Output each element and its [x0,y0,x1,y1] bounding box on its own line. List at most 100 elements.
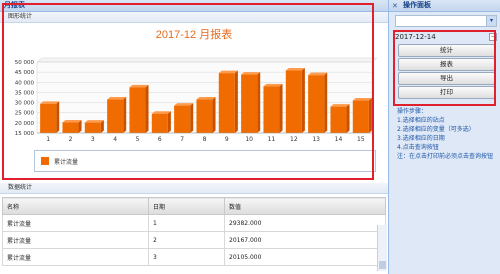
bar [330,106,347,133]
cell-date: 1 [148,214,225,232]
bar [40,103,57,133]
cell-value: 20105.000 [224,248,386,266]
bar-side [212,97,216,133]
bar-top [218,70,238,74]
operation-panel-header: ✕ 操作面板 [389,0,500,12]
collapse-icon[interactable]: − [489,33,497,41]
print-button[interactable]: 打印 [398,86,495,99]
report-button[interactable]: 报表 [398,58,495,71]
column-header-name[interactable]: 名称 [2,197,149,215]
instructions: 操作步骤： 1.选择相应的站点 2.选择相应的变量（可多选） 3.选择相应的日期… [397,107,497,161]
instruction-line: 注：在点击打印前必须点击查询按钮 [397,153,494,160]
column-header-date[interactable]: 日期 [148,197,225,215]
instruction-line: 4.点击查询按钮 [397,144,439,151]
bar [285,70,302,133]
chart-legend: 累计流量 [34,150,376,172]
table-row[interactable]: 累计流量 1 29382.000 [2,214,386,232]
data-panel-label: 数据统计 [0,183,388,194]
operation-panel-title: 操作面板 [403,1,431,9]
x-tick-label: 15 [357,136,365,143]
cell-date: 2 [148,231,225,249]
instruction-line: 3.选择相应的日期 [397,135,445,142]
panel-icon: ✕ [392,2,398,10]
bar-top [40,101,60,104]
bar-top [263,83,283,87]
bar [263,86,280,133]
y-tick-label: 15 000 [15,131,35,137]
statistics-button[interactable]: 统计 [398,44,495,57]
x-tick-label: 7 [180,136,184,143]
y-tick-label: 45 000 [15,70,35,76]
site-select[interactable]: ▾ [395,15,497,27]
y-tick-label: 50 000 [15,60,35,66]
bar-side [301,68,305,133]
bar [84,122,101,133]
scrollbar-thumb[interactable] [379,261,386,269]
instruction-line: 操作步骤： [397,108,428,115]
x-tick-label: 11 [268,136,276,143]
bar-top [84,120,104,123]
bar [62,122,79,133]
bar-side [145,84,149,133]
bar [352,100,369,133]
chevron-down-icon[interactable]: ▾ [486,16,496,26]
bar-side [190,103,194,133]
bar-side [123,97,127,133]
x-tick-label: 13 [312,136,320,143]
instruction-line: 1.选择相应的站点 [397,117,445,124]
bar-side [324,72,328,133]
data-section: 数据统计 名称 日期 数值 累计流量 1 29382.000 累计流量 2 20… [0,183,388,266]
y-tick-label: 40 000 [15,80,35,86]
bar-top [330,104,350,107]
cell-name: 累计流量 [2,248,149,266]
bar-top [196,97,216,100]
x-tick-label: 9 [225,136,229,143]
cell-name: 累计流量 [2,214,149,232]
bar-chart: 15 000 20 000 25 000 30 000 35 000 40 000 45 0… [15,57,378,143]
x-tick-label: 6 [158,136,162,143]
bar-side [234,70,238,133]
x-tick-label: 2 [69,136,73,143]
instruction-line: 2.选择相应的变量（可多选） [397,126,475,133]
bar-top [308,72,328,76]
bar-side [346,104,350,133]
x-tick-label: 5 [136,136,140,143]
table-row[interactable]: 累计流量 3 20105.000 [2,248,386,266]
bar [107,99,124,133]
legend-swatch [41,157,49,165]
y-tick-label: 25 000 [15,111,35,117]
x-tick-label: 1 [46,136,50,143]
y-tick-label: 35 000 [15,90,35,96]
column-header-value[interactable]: 数值 [224,197,386,215]
bar [218,73,235,133]
export-button[interactable]: 导出 [398,72,495,85]
bar-top [107,97,127,100]
bar-top [241,72,261,75]
table-row[interactable]: 累计流量 2 20167.000 [2,231,386,249]
report-panel: 月报表 图形统计 2017-12 月报表 15 000 20 000 25 000 3… [0,0,389,274]
x-tick-label: 4 [113,136,117,143]
bar-side [56,101,60,133]
y-tick-label: 30 000 [15,101,35,107]
x-tick-label: 8 [203,136,207,143]
bar-side [167,111,171,133]
bar-top [285,68,305,71]
bar [308,75,325,133]
date-label: 2017-12-14 [395,33,436,41]
x-tick-label: 14 [335,136,343,143]
bar-side [368,98,372,133]
bar [151,113,168,133]
cell-value: 29382.000 [224,214,386,232]
bar [196,99,213,133]
bar [129,87,146,133]
y-tick-label: 20 000 [15,121,35,127]
bar-top [62,120,82,123]
legend-label: 累计流量 [54,159,79,166]
cell-value: 20167.000 [224,231,386,249]
bar-top [151,111,171,114]
bar [241,74,258,133]
bar-top [129,84,149,88]
x-tick-label: 12 [290,136,298,143]
table-scrollbar[interactable] [377,225,387,271]
bar [174,105,191,133]
